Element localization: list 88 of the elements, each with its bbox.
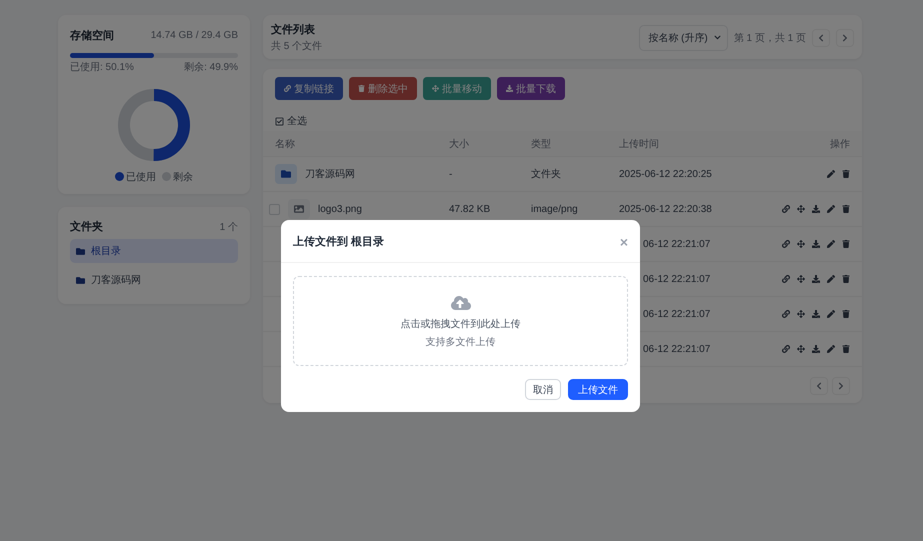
link-icon[interactable] xyxy=(782,205,790,213)
chevron-down-icon xyxy=(714,34,721,41)
used-label: 已使用: 50.1% xyxy=(70,61,134,74)
drop-text: 点击或拖拽文件到此处上传 xyxy=(400,318,520,331)
edit-icon[interactable] xyxy=(827,275,835,283)
table-cell: 06-12 22:21:07 xyxy=(643,344,710,354)
table-cell: 06-12 22:21:07 xyxy=(643,238,710,250)
trash-icon[interactable] xyxy=(842,170,850,178)
link-icon[interactable] xyxy=(782,345,790,353)
chevron-right-icon xyxy=(841,34,849,42)
toolbar-button[interactable]: 批量移动 xyxy=(423,77,491,100)
page-title: 文件列表 xyxy=(271,22,316,37)
download-icon[interactable] xyxy=(812,310,820,318)
column-header: 上传时间 xyxy=(619,138,660,150)
table-cell-text: 47.82 KB xyxy=(449,204,492,214)
link-icon[interactable] xyxy=(782,275,790,283)
move-icon[interactable] xyxy=(797,240,805,248)
next-page-button[interactable] xyxy=(836,28,854,46)
move-icon[interactable] xyxy=(797,275,805,283)
trash-icon[interactable] xyxy=(842,275,850,283)
close-button[interactable]: × xyxy=(620,234,628,248)
edit-icon[interactable] xyxy=(827,310,835,318)
page-info: 第 1 页，共 1 页 xyxy=(734,32,806,44)
cancel-button[interactable]: 取消 xyxy=(525,379,561,400)
trash-icon[interactable] xyxy=(842,205,850,213)
folder-icon xyxy=(76,276,85,284)
edit-icon[interactable] xyxy=(827,205,835,213)
folder-icon xyxy=(275,164,297,184)
link-icon[interactable] xyxy=(782,310,790,318)
table-cell: 06-12 22:21:07 xyxy=(643,274,710,284)
download-icon[interactable] xyxy=(812,345,820,353)
legend-item: 已使用 xyxy=(115,170,156,184)
table-cell: 06-12 22:21:07 xyxy=(643,308,710,320)
checkbox-icon[interactable] xyxy=(275,116,284,126)
column-header: 操作 xyxy=(830,138,850,150)
free-label: 剩余: 49.9% xyxy=(184,61,238,74)
file-name: 刀客源码网 xyxy=(305,168,355,181)
download-icon[interactable] xyxy=(812,275,820,283)
drop-zone[interactable]: 点击或拖拽文件到此处上传 支持多文件上传 xyxy=(293,276,628,366)
download-icon xyxy=(506,85,513,92)
drop-hint: 支持多文件上传 xyxy=(426,336,496,349)
edit-icon[interactable] xyxy=(827,170,835,178)
toolbar-button[interactable]: 复制链接 xyxy=(275,77,343,100)
table-cell-text: image/png xyxy=(531,204,579,214)
link-icon xyxy=(284,85,291,92)
sort-select[interactable]: 按名称 (升序) xyxy=(639,24,728,50)
download-icon[interactable] xyxy=(812,240,820,248)
table-cell-text: 2025-06-12 22:20:25 xyxy=(619,168,713,180)
trash-icon[interactable] xyxy=(842,345,850,353)
column-header: 大小 xyxy=(449,138,470,150)
file-count: 共 5 个文件 xyxy=(271,40,322,53)
move-icon[interactable] xyxy=(797,345,805,353)
dialog-title: 上传文件到 根目录 xyxy=(293,234,384,249)
next-page-button[interactable] xyxy=(832,377,850,395)
card-title: 文件夹 xyxy=(70,220,103,234)
card-title: 存储空间 xyxy=(70,28,114,43)
move-icon[interactable] xyxy=(797,205,805,213)
select-all-label[interactable]: 全选 xyxy=(287,114,307,128)
column-header: 名称 xyxy=(275,138,296,150)
column-header: 类型 xyxy=(531,138,552,150)
storage-usage: 14.74 GB / 29.4 GB xyxy=(150,30,238,41)
toolbar-button[interactable]: 批量下载 xyxy=(497,77,565,100)
toolbar-button[interactable]: 删除选中 xyxy=(349,77,417,100)
folder-item[interactable]: 根目录 xyxy=(70,239,238,263)
table-cell-text: 2025-06-12 22:20:38 xyxy=(619,204,713,214)
prev-page-button[interactable] xyxy=(810,377,828,395)
folder-count: 1 个 xyxy=(220,220,238,234)
folder-item[interactable]: 刀客源码网 xyxy=(70,268,238,292)
trash-icon[interactable] xyxy=(842,310,850,318)
download-icon[interactable] xyxy=(812,205,820,213)
edit-icon[interactable] xyxy=(827,240,835,248)
legend-item: 剩余 xyxy=(162,170,193,184)
upload-button[interactable]: 上传文件 xyxy=(568,379,628,400)
move-icon xyxy=(432,85,439,92)
file-name: logo3.png xyxy=(318,204,362,214)
trash-icon xyxy=(358,85,365,92)
chevron-left-icon xyxy=(817,34,825,42)
folder-icon xyxy=(76,246,85,256)
table-cell-text: - xyxy=(449,168,454,180)
edit-icon[interactable] xyxy=(827,345,835,353)
chevron-left-icon xyxy=(815,382,823,390)
table-cell-text: 文件夹 xyxy=(531,168,562,181)
move-icon[interactable] xyxy=(797,310,805,318)
prev-page-button[interactable] xyxy=(812,28,830,46)
trash-icon[interactable] xyxy=(842,240,850,248)
link-icon[interactable] xyxy=(782,240,790,248)
chevron-right-icon xyxy=(837,382,845,390)
cloud-upload-icon xyxy=(450,293,470,313)
